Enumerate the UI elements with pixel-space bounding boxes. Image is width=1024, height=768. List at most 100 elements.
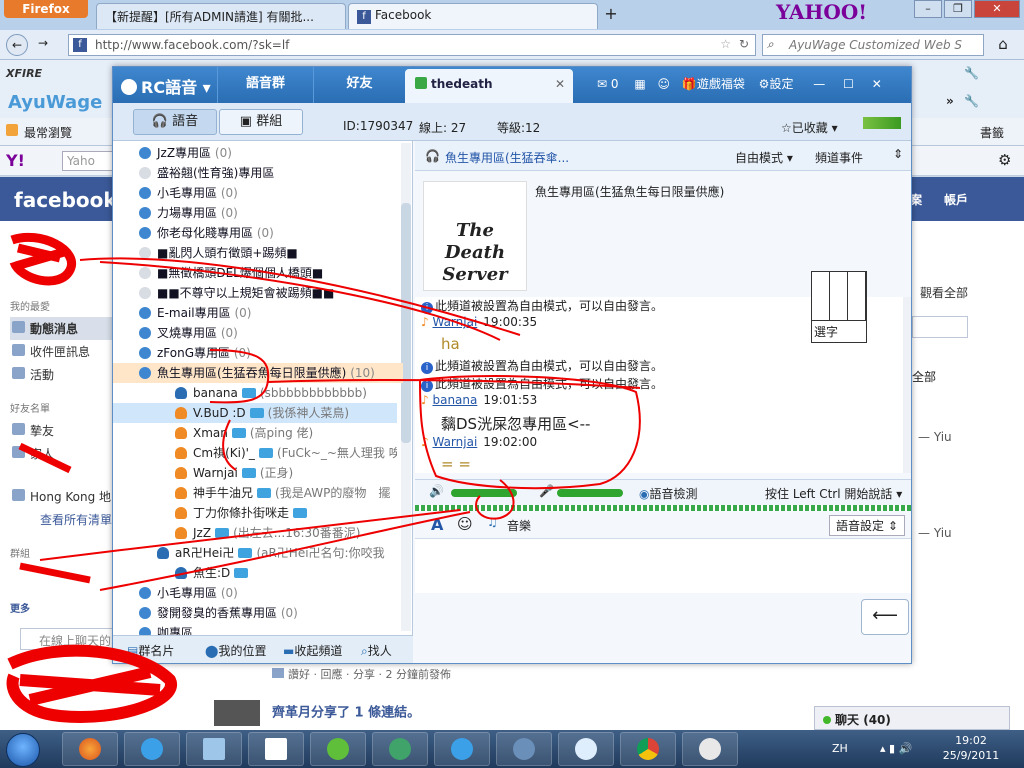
wrench-icon[interactable]: 🔧 <box>964 66 979 80</box>
tab-voice-groups[interactable]: 語音群 <box>217 67 313 103</box>
push-to-talk-dropdown[interactable]: 按住 Left Ctrl 開始說話 ▾ <box>765 485 902 502</box>
channel-item[interactable]: 小毛專用區 (0) <box>113 583 403 603</box>
user-item[interactable]: Warnjai (正身) <box>113 463 397 483</box>
tab-facebook[interactable]: f Facebook <box>348 3 598 29</box>
home-icon[interactable]: ⌂ <box>992 35 1014 55</box>
game-benefits-button[interactable]: 遊戲福袋 <box>697 77 745 91</box>
tab-friends[interactable]: 好友 <box>313 67 405 103</box>
channel-item[interactable]: 你老母化賤專用區 (0) <box>113 223 403 243</box>
back-button[interactable]: ← <box>6 34 28 56</box>
sidebar-input[interactable] <box>912 316 968 338</box>
font-icon[interactable]: A <box>431 515 443 534</box>
speaker-icon[interactable]: 🔊 <box>429 484 444 498</box>
tab-admin-notice[interactable]: 【新提醒】[所有ADMIN請進] 有關批... <box>96 3 346 29</box>
tab-voice[interactable]: 🎧 語音 <box>133 109 217 135</box>
message-author[interactable]: Warnjai <box>432 435 477 449</box>
user-item[interactable]: V.BuD :D (我係神人菜鳥) <box>113 403 397 423</box>
microphone-icon[interactable]: 🎤 <box>539 484 554 498</box>
user-item[interactable]: banana (sbbbbbbbbbbbb) <box>113 383 397 403</box>
channel-item[interactable]: ■■不尊守以上規矩會被踢頻■■ <box>113 283 403 303</box>
channel-item[interactable]: 發開發臭的香蕉專用區 (0) <box>113 603 403 623</box>
new-tab-button[interactable]: + <box>600 4 622 26</box>
favorited-button[interactable]: ☆已收藏 ▾ <box>781 119 838 136</box>
voice-settings-dropdown[interactable]: 語音設定 ⇕ <box>829 515 905 536</box>
rc-minimize-button[interactable]: — <box>813 77 825 91</box>
select-char-button[interactable]: 選字 <box>812 320 866 342</box>
reload-icon[interactable]: ↻ <box>739 37 749 51</box>
settings-button[interactable]: 設定 <box>769 77 793 91</box>
parrot-taskbar-button[interactable] <box>310 732 366 766</box>
chrome-taskbar-button[interactable] <box>620 732 676 766</box>
user-item[interactable]: JzZ (出左去...16:30番番泥) <box>113 523 397 543</box>
gift-icon[interactable]: 🎁 <box>682 77 697 91</box>
channel-events-button[interactable]: 頻道事件 <box>815 149 863 166</box>
ie2-taskbar-button[interactable] <box>434 732 490 766</box>
channel-item[interactable]: ■無徵橋頭DEL爆個個人橋頭■ <box>113 263 403 283</box>
find-people-button[interactable]: ⌕找人 <box>361 642 392 659</box>
tab-thedeath[interactable]: thedeath ✕ <box>405 69 573 103</box>
forward-button[interactable]: → <box>34 36 52 54</box>
network-taskbar-button[interactable] <box>496 732 552 766</box>
counter-strike-taskbar-button[interactable] <box>682 732 738 766</box>
mode-dropdown[interactable]: 自由模式 ▾ <box>735 149 793 166</box>
chat-scrollbar[interactable] <box>903 297 911 473</box>
rc-taskbar-button[interactable] <box>558 732 614 766</box>
ime-taskbar-button[interactable] <box>248 732 304 766</box>
close-window-button[interactable]: ✕ <box>974 0 1020 18</box>
firefox-menu-button[interactable]: Firefox <box>4 0 88 18</box>
close-tab-icon[interactable]: ✕ <box>555 77 565 91</box>
user-item[interactable]: 魚生:D <box>113 563 397 583</box>
channel-item[interactable]: 咖專區 <box>113 623 403 635</box>
search-input[interactable]: ⌕ AyuWage Customized Web S <box>762 34 984 56</box>
feed-actions[interactable]: 讚好 · 回應 · 分享 · 2 分鐘前發佈 <box>272 666 451 682</box>
settings-icon[interactable]: ⚙ <box>759 77 770 91</box>
rc-maximize-button[interactable]: ☐ <box>843 77 854 91</box>
channel-item[interactable]: 力場專用區 (0) <box>113 203 403 223</box>
yahoo-search-input[interactable]: Yaho <box>62 151 116 171</box>
system-clock[interactable]: 19:02 25/9/2011 <box>940 733 1002 763</box>
minimize-button[interactable]: – <box>914 0 942 18</box>
message-input[interactable] <box>415 539 911 593</box>
collapse-channels-button[interactable]: ▬收起頻道 <box>283 642 342 659</box>
start-button[interactable] <box>6 733 40 767</box>
messenger-taskbar-button[interactable] <box>372 732 428 766</box>
tab-groups[interactable]: ▣ 群組 <box>219 109 303 135</box>
user-item[interactable]: 丁力你條扑街咪走 <box>113 503 397 523</box>
send-button[interactable]: ⟵ <box>861 599 909 635</box>
expand-icon[interactable]: ⇕ <box>893 147 903 161</box>
user-item[interactable]: Xman (高ping 佬) <box>113 423 397 443</box>
overflow-chevron-icon[interactable]: » <box>946 94 954 108</box>
chat-bar[interactable]: 聊天 (40) <box>814 706 1010 730</box>
contacts-icon[interactable]: ☺ <box>658 77 671 91</box>
channel-item[interactable]: 叉燒專用區 (0) <box>113 323 403 343</box>
mail-icon[interactable]: ✉ <box>597 77 607 91</box>
maximize-button[interactable]: ❐ <box>944 0 972 18</box>
firefox-taskbar-button[interactable] <box>62 732 118 766</box>
tray-icons[interactable]: ▴ ▮ 🔊 <box>880 742 912 755</box>
message-author[interactable]: Warnjai <box>432 315 477 329</box>
message-author[interactable]: banana <box>432 393 477 407</box>
bookmarks-button[interactable]: 書籤 <box>980 124 1004 141</box>
mic-volume-slider[interactable] <box>557 489 623 497</box>
channel-item[interactable]: E-mail專用區 (0) <box>113 303 403 323</box>
group-card-button[interactable]: ▤群名片 <box>127 642 174 659</box>
channel-item[interactable]: 小毛專用區 (0) <box>113 183 403 203</box>
music-button[interactable]: 音樂 <box>507 517 531 534</box>
channel-item[interactable]: ■亂閃人頭冇徵頭+踢頻■ <box>113 243 403 263</box>
channel-item[interactable]: 盛裕翹(性育強)專用區 <box>113 163 403 183</box>
user-item[interactable]: Cm祺(Ki)'_ (FuCk~_~無人理我 唉... <box>113 443 397 463</box>
language-indicator[interactable]: ZH <box>832 742 848 755</box>
stroke-grid[interactable] <box>812 272 866 320</box>
voice-detect-button[interactable]: ◉語音檢測 <box>639 485 698 502</box>
rc-logo[interactable]: RC語音 ▾ <box>121 74 211 98</box>
url-bar[interactable]: f http://www.facebook.com/?sk=lf ☆ ↻ <box>68 34 756 56</box>
ie-taskbar-button[interactable] <box>124 732 180 766</box>
most-visited-link[interactable]: 最常瀏覽 <box>24 124 72 141</box>
all-link[interactable]: 全部 <box>912 368 936 385</box>
channel-item[interactable]: JzZ專用區 (0) <box>113 143 403 163</box>
wrench-icon[interactable]: 🔧 <box>964 94 979 108</box>
rc-close-button[interactable]: ✕ <box>872 77 882 91</box>
channel-item[interactable]: zFonG專用區 (0) <box>113 343 403 363</box>
palette-icon[interactable]: ▦ <box>634 77 645 91</box>
notepad-taskbar-button[interactable] <box>186 732 242 766</box>
